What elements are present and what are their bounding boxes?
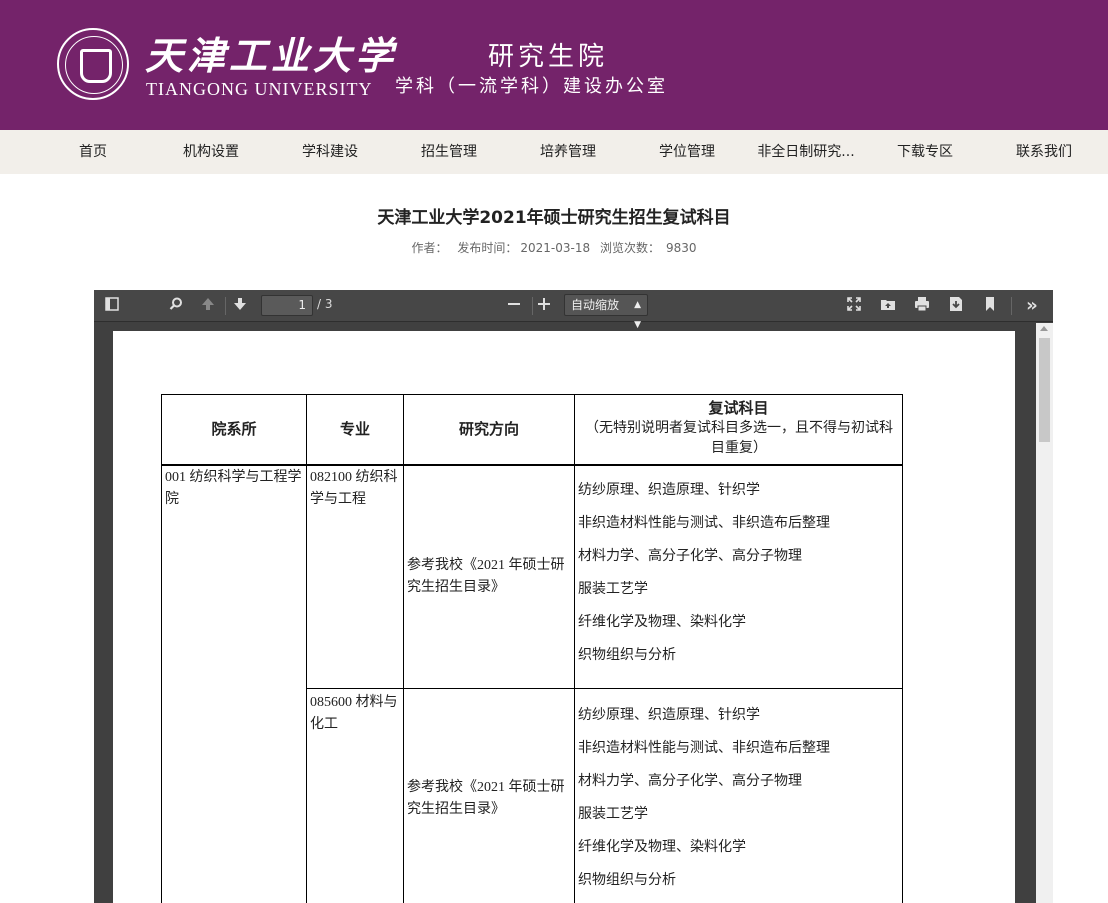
nav-item-part-time[interactable]: 非全日制研究... <box>747 130 865 174</box>
pdf-page: 院系所 专业 研究方向 复试科目 （无特别说明者复试科目多选一，且不得与初试科目… <box>113 331 1015 903</box>
dept-cell: 001 纺织科学与工程学院 <box>165 470 302 507</box>
print-icon[interactable] <box>914 296 934 316</box>
zoom-in-icon[interactable] <box>536 296 556 316</box>
views-count: 9830 <box>665 241 697 255</box>
subject-item: 织物组织与分析 <box>578 873 676 888</box>
nav-item-degree[interactable]: 学位管理 <box>628 130 746 174</box>
nav-item-downloads[interactable]: 下载专区 <box>866 130 984 174</box>
subject-item: 材料力学、高分子化学、高分子物理 <box>578 774 802 789</box>
table-header-direction: 研究方向 <box>458 422 519 438</box>
table-header-subjects: 复试科目 <box>708 401 769 417</box>
table-border <box>306 394 307 903</box>
university-seal-logo[interactable] <box>57 28 129 100</box>
table-border <box>161 394 903 395</box>
nav-item-contact[interactable]: 联系我们 <box>985 130 1103 174</box>
scroll-up-icon[interactable] <box>1040 326 1048 331</box>
nav-item-admissions[interactable]: 招生管理 <box>390 130 508 174</box>
views-label: 浏览次数： <box>599 241 660 255</box>
table-border <box>306 688 903 689</box>
nav-item-organization[interactable]: 机构设置 <box>152 130 270 174</box>
author-label: 作者： <box>411 241 448 255</box>
table-border <box>161 394 162 903</box>
pdf-scrollbar-thumb[interactable] <box>1039 338 1050 442</box>
table-border <box>161 464 903 466</box>
toolbar-separator <box>225 297 226 315</box>
university-name-cn[interactable]: 天津工业大学 <box>145 34 397 78</box>
nav-item-home[interactable]: 首页 <box>34 130 152 174</box>
search-icon[interactable] <box>168 296 188 316</box>
publish-label: 发布时间： <box>457 241 518 255</box>
direction-cell: 参考我校《2021 年硕士研究生招生目录》 <box>407 780 565 817</box>
direction-cell: 参考我校《2021 年硕士研究生招生目录》 <box>407 558 565 595</box>
toolbar-separator <box>532 297 533 315</box>
pdf-viewer: 1 / 3 自动缩放 ▲ ▼ » 院系所 专业 研究方向 复试科目 （无特别说明… <box>94 290 1053 903</box>
zoom-select-value: 自动缩放 <box>571 298 620 312</box>
main-nav: 首页 机构设置 学科建设 招生管理 培养管理 学位管理 非全日制研究... 下载… <box>0 130 1108 174</box>
table-header-dept: 院系所 <box>211 422 257 438</box>
site-header: 天津工业大学 TIANGONG UNIVERSITY 研究生院 学科（一流学科）… <box>0 0 1108 130</box>
department-subtitle: 学科（一流学科）建设办公室 <box>395 76 668 97</box>
subject-item: 纺纱原理、织造原理、针织学 <box>578 708 760 723</box>
next-page-icon[interactable] <box>232 296 252 316</box>
table-border <box>403 394 404 903</box>
table-header-subjects-note: （无特别说明者复试科目多选一，且不得与初试科目重复） <box>585 421 893 456</box>
previous-page-icon[interactable] <box>200 296 220 316</box>
subject-item: 服装工艺学 <box>578 807 648 822</box>
zoom-select[interactable]: 自动缩放 ▲ ▼ <box>564 294 648 330</box>
subject-item: 纤维化学及物理、染料化学 <box>578 840 746 855</box>
nav-item-training[interactable]: 培养管理 <box>509 130 627 174</box>
sidebar-toggle-icon[interactable] <box>104 296 124 316</box>
pdf-toolbar: 1 / 3 自动缩放 ▲ ▼ » <box>94 290 1053 330</box>
subject-item: 材料力学、高分子化学、高分子物理 <box>578 549 802 564</box>
subject-item: 非织造材料性能与测试、非织造布后整理 <box>578 516 830 531</box>
chevron-updown-icon: ▲ ▼ <box>634 300 641 330</box>
page-total: / 3 <box>317 297 333 311</box>
subject-item: 织物组织与分析 <box>578 648 676 663</box>
zoom-out-icon[interactable] <box>506 296 526 316</box>
major-cell: 082100 纺织科学与工程 <box>310 470 398 507</box>
open-file-icon[interactable] <box>880 296 900 316</box>
table-header-major: 专业 <box>339 422 370 438</box>
article-meta: 作者： 发布时间： 2021-03-18 浏览次数： 9830 <box>0 239 1108 256</box>
article-title: 天津工业大学2021年硕士研究生招生复试科目 <box>377 208 731 228</box>
subject-item: 服装工艺学 <box>578 582 648 597</box>
bookmark-icon[interactable] <box>982 296 1002 316</box>
subject-item: 纤维化学及物理、染料化学 <box>578 615 746 630</box>
presentation-mode-icon[interactable] <box>846 296 866 316</box>
page-number-input[interactable]: 1 <box>261 295 313 316</box>
subject-item: 纺纱原理、织造原理、针织学 <box>578 483 760 498</box>
major-cell: 085600 材料与化工 <box>310 695 398 732</box>
department-title: 研究生院 <box>488 42 609 72</box>
tools-icon[interactable]: » <box>1022 296 1042 316</box>
university-name-en[interactable]: TIANGONG UNIVERSITY <box>146 79 372 100</box>
table-border <box>902 394 903 903</box>
subject-item: 非织造材料性能与测试、非织造布后整理 <box>578 741 830 756</box>
publish-date: 2021-03-18 <box>520 241 591 255</box>
nav-item-discipline[interactable]: 学科建设 <box>271 130 389 174</box>
toolbar-separator <box>1011 297 1012 315</box>
download-icon[interactable] <box>948 296 968 316</box>
table-border <box>574 394 575 903</box>
